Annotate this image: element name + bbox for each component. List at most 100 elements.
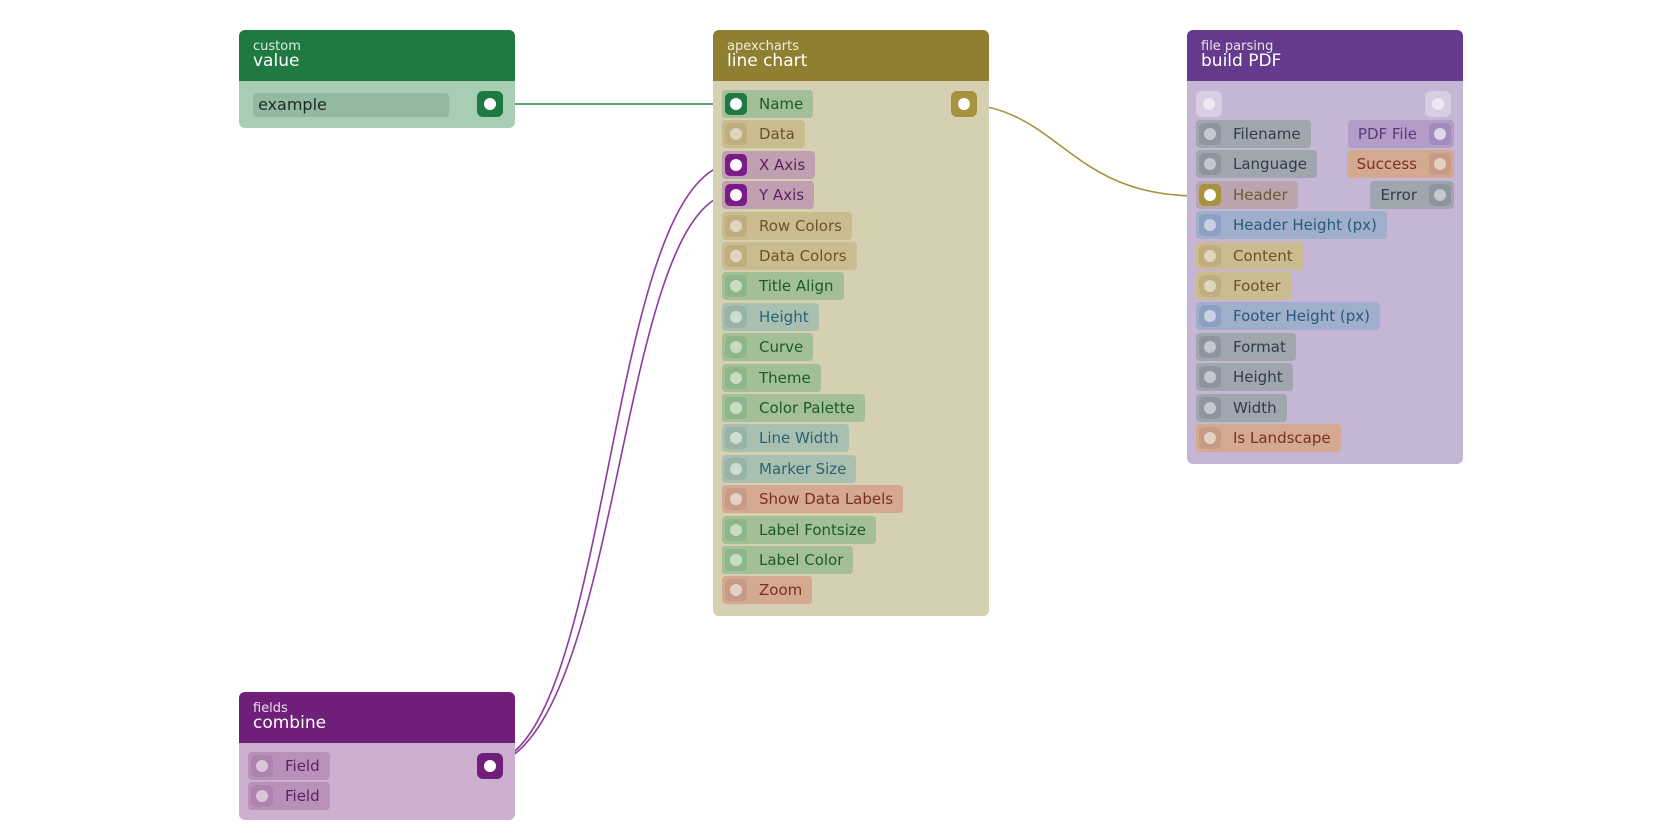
socket-port[interactable] <box>725 488 747 511</box>
socket-port[interactable] <box>1199 335 1221 358</box>
socket-port[interactable] <box>725 549 747 571</box>
socket-port[interactable] <box>1199 427 1221 449</box>
input-socket-zoom[interactable]: Zoom <box>722 576 813 605</box>
output-port[interactable] <box>477 753 503 779</box>
trigger-output-port[interactable] <box>1425 91 1451 117</box>
input-socket-field[interactable]: Field <box>248 782 330 811</box>
input-socket-is-landscape[interactable]: Is Landscape <box>1196 424 1341 452</box>
input-socket-header[interactable]: Header <box>1196 180 1298 209</box>
socket-port[interactable] <box>725 427 747 450</box>
input-socket-name[interactable]: Name <box>722 90 814 118</box>
input-socket-color-palette[interactable]: Color Palette <box>722 394 865 422</box>
socket-port[interactable] <box>1199 153 1221 176</box>
port-dot <box>1434 158 1446 171</box>
socket-port[interactable] <box>725 184 747 207</box>
node-title: build PDF <box>1201 51 1282 71</box>
port-dot <box>1204 280 1216 292</box>
socket-port[interactable] <box>1429 123 1451 145</box>
node-build-pdf[interactable]: file parsing build PDF Filename Language H… <box>1187 30 1463 464</box>
input-socket-line-width[interactable]: Line Width <box>722 424 849 453</box>
value-input[interactable]: example <box>253 93 449 117</box>
input-socket-footer-height-px[interactable]: Footer Height (px) <box>1196 302 1380 331</box>
input-socket-label-fontsize[interactable]: Label Fontsize <box>722 515 876 544</box>
input-socket-show-data-labels[interactable]: Show Data Labels <box>722 485 904 514</box>
socket-label: Zoom <box>759 581 803 600</box>
node-category: file parsing <box>1201 39 1274 54</box>
port-dot <box>256 790 268 803</box>
socket-port[interactable] <box>251 755 273 777</box>
socket-port[interactable] <box>725 305 747 328</box>
socket-port[interactable] <box>725 579 747 602</box>
input-socket-filename[interactable]: Filename <box>1196 120 1311 148</box>
socket-port[interactable] <box>725 275 747 298</box>
node-header[interactable]: custom value <box>239 30 515 81</box>
node-combine[interactable]: fields combine Field Field <box>239 692 515 820</box>
output-port[interactable] <box>477 91 503 117</box>
socket-label: Header Height (px) <box>1233 216 1377 235</box>
socket-port[interactable] <box>1199 214 1221 237</box>
output-socket-error[interactable]: Error <box>1370 180 1454 209</box>
socket-label: X Axis <box>759 155 806 174</box>
input-socket-format[interactable]: Format <box>1196 332 1296 361</box>
socket-label: Height <box>759 307 809 326</box>
input-socket-header-height-px[interactable]: Header Height (px) <box>1196 211 1387 240</box>
socket-port[interactable] <box>1199 366 1221 389</box>
node-line-chart[interactable]: apexcharts line chart Name Data X Axis Y Ax… <box>713 30 989 616</box>
socket-port[interactable] <box>1199 275 1221 297</box>
socket-port[interactable] <box>1199 123 1221 145</box>
socket-port[interactable] <box>725 366 747 389</box>
input-socket-height[interactable]: Height <box>722 302 819 331</box>
port-dot <box>1204 219 1216 232</box>
socket-port[interactable] <box>725 214 747 237</box>
port-dot <box>730 554 742 566</box>
socket-label: Marker Size <box>759 459 847 478</box>
socket-port[interactable] <box>725 336 747 359</box>
input-socket-data-colors[interactable]: Data Colors <box>722 242 857 270</box>
socket-port[interactable] <box>725 245 747 267</box>
socket-port[interactable] <box>725 518 747 541</box>
input-socket-title-align[interactable]: Title Align <box>722 272 844 301</box>
socket-port[interactable] <box>725 123 747 146</box>
input-socket-content[interactable]: Content <box>1196 241 1303 270</box>
trigger-input-port[interactable] <box>1196 91 1222 117</box>
port-dot <box>1204 401 1216 414</box>
output-port[interactable] <box>951 91 977 117</box>
input-socket-x-axis[interactable]: X Axis <box>722 150 816 179</box>
socket-port[interactable] <box>1199 396 1221 419</box>
socket-port[interactable] <box>1429 153 1451 176</box>
socket-port[interactable] <box>1199 183 1221 206</box>
socket-port[interactable] <box>1199 244 1221 267</box>
socket-port[interactable] <box>725 457 747 480</box>
socket-label: Error <box>1380 185 1417 204</box>
node-header[interactable]: fields combine <box>239 692 515 743</box>
input-socket-row-colors[interactable]: Row Colors <box>722 211 852 240</box>
node-title: line chart <box>727 51 808 71</box>
socket-port[interactable] <box>725 93 747 115</box>
input-socket-field[interactable]: Field <box>248 752 330 780</box>
socket-port[interactable] <box>725 397 747 419</box>
node-header[interactable]: file parsing build PDF <box>1187 30 1463 81</box>
output-socket-pdf-file[interactable]: PDF File <box>1347 120 1454 148</box>
socket-label: Data <box>759 125 795 144</box>
socket-port[interactable] <box>725 153 747 176</box>
socket-port[interactable] <box>1429 183 1451 206</box>
input-socket-curve[interactable]: Curve <box>722 333 814 362</box>
input-socket-footer[interactable]: Footer <box>1196 272 1291 300</box>
socket-label: Language <box>1233 155 1308 174</box>
input-socket-width[interactable]: Width <box>1196 393 1287 422</box>
node-custom-value[interactable]: custom value example <box>239 30 515 128</box>
input-socket-language[interactable]: Language <box>1196 150 1318 179</box>
socket-port[interactable] <box>1199 305 1221 328</box>
node-header[interactable]: apexcharts line chart <box>713 30 989 81</box>
input-socket-y-axis[interactable]: Y Axis <box>722 181 815 210</box>
socket-port[interactable] <box>251 785 273 808</box>
input-socket-theme[interactable]: Theme <box>722 363 821 392</box>
port-dot <box>730 402 742 414</box>
input-socket-label-color[interactable]: Label Color <box>722 546 854 574</box>
input-socket-height[interactable]: Height <box>1196 363 1293 392</box>
input-socket-marker-size[interactable]: Marker Size <box>722 454 857 483</box>
socket-label: Height <box>1233 368 1283 387</box>
input-socket-data[interactable]: Data <box>722 120 805 149</box>
output-socket-success[interactable]: Success <box>1346 150 1454 179</box>
port-dot <box>958 98 970 110</box>
